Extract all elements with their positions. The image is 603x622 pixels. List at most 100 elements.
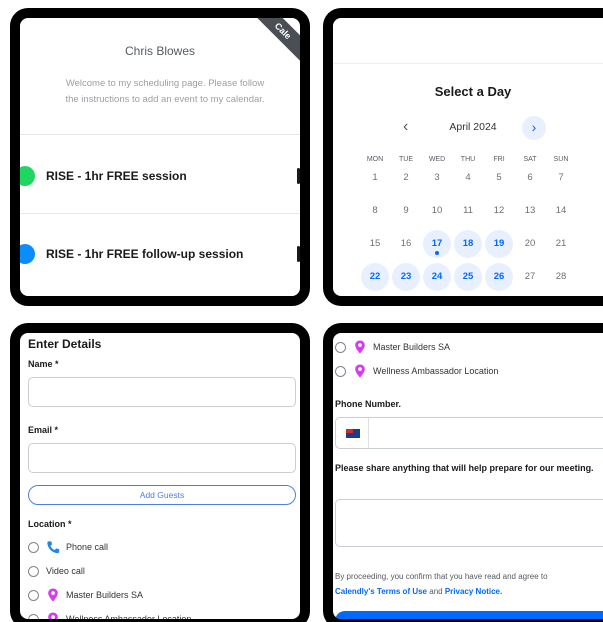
radio-button[interactable] (28, 542, 39, 553)
terms-of-use-link[interactable]: Calendly's Terms of Use (335, 587, 427, 596)
radio-button[interactable] (335, 366, 346, 377)
country-flag-icon[interactable] (346, 429, 360, 438)
location-option-master-builders[interactable]: Master Builders SA (28, 587, 300, 605)
weekday-header: SUN (553, 156, 569, 163)
form-title: Enter Details (28, 337, 102, 351)
calendar-day: 8 (372, 205, 378, 216)
share-notes-textarea[interactable] (335, 499, 603, 547)
location-option-wellness[interactable]: Wellness Ambassador Location (28, 611, 300, 622)
weekday-header: THU (460, 156, 476, 163)
location-option-master-builders[interactable]: Master Builders SA (335, 339, 603, 357)
add-guests-button[interactable]: Add Guests (28, 485, 296, 505)
calendar-day-available[interactable]: 25 (454, 263, 482, 291)
consent-text: By proceeding, you confirm that you have… (335, 569, 603, 599)
event-type-rise-followup[interactable]: RISE - 1hr FREE follow-up session (20, 214, 300, 292)
calendar-day: 16 (400, 238, 412, 249)
event-label: RISE - 1hr FREE session (46, 169, 187, 183)
phone-number-input[interactable] (335, 417, 603, 449)
calendar-day: 5 (496, 172, 502, 183)
weekday-header: FRI (493, 156, 505, 163)
option-label: Video call (46, 566, 85, 576)
location-label: Location * (28, 519, 72, 529)
chevron-right-icon[interactable]: › (522, 116, 546, 140)
divider (368, 418, 369, 448)
event-arrow-icon (297, 168, 300, 184)
calendar-day: 1 (372, 172, 378, 183)
radio-button[interactable] (28, 566, 39, 577)
consent-and: and (429, 587, 443, 596)
phone-icon (47, 541, 60, 554)
calendar-day-available[interactable] (392, 296, 420, 306)
map-pin-icon (355, 364, 365, 378)
calendar-day: 2 (403, 172, 409, 183)
weekday-header: WED (428, 156, 446, 163)
calendar-day-available[interactable]: 26 (485, 263, 513, 291)
event-color-dot (20, 166, 35, 186)
panel-header (333, 18, 603, 64)
calendar-day-available[interactable]: 19 (485, 230, 513, 258)
calendar-day: 3 (434, 172, 440, 183)
calendar-day-available[interactable] (361, 296, 389, 306)
radio-button[interactable] (335, 342, 346, 353)
calendar-day: 15 (369, 238, 381, 249)
weekday-header: SAT (523, 156, 537, 163)
calendar-day: 21 (555, 238, 567, 249)
select-day-title: Select a Day (434, 84, 512, 99)
schedule-event-button[interactable] (335, 611, 603, 619)
month-navigation: ‹ April 2024 › (333, 116, 603, 140)
calendar-day: 14 (555, 205, 567, 216)
calendar-day: 7 (558, 172, 564, 183)
email-label: Email * (28, 425, 59, 435)
more-details-panel: Master Builders SA Wellness Ambassador L… (323, 323, 603, 622)
map-pin-icon (48, 612, 58, 619)
welcome-message: Welcome to my scheduling page. Please fo… (65, 78, 265, 105)
calendar-day-available[interactable]: 17 (423, 230, 451, 258)
calendar-day-available[interactable]: 23 (392, 263, 420, 291)
calendar-day-available[interactable]: 18 (454, 230, 482, 258)
calendar-day: 4 (465, 172, 471, 183)
weekday-header: MON (366, 156, 384, 163)
option-label: Master Builders SA (373, 342, 451, 352)
option-label: Master Builders SA (66, 590, 144, 600)
month-label: April 2024 (449, 121, 497, 133)
map-pin-icon (355, 340, 365, 354)
calendar-day: 27 (524, 271, 536, 282)
option-label: Phone call (66, 542, 109, 552)
event-color-dot (20, 244, 35, 264)
privacy-notice-link[interactable]: Privacy Notice. (445, 587, 502, 596)
radio-button[interactable] (28, 590, 39, 601)
enter-details-panel: Enter Details Name * Email * Add Guests … (10, 323, 310, 622)
event-arrow-icon (297, 246, 300, 262)
location-option-phone[interactable]: Phone call (28, 539, 300, 557)
event-type-rise-free[interactable]: RISE - 1hr FREE session (20, 135, 300, 213)
calendar-day: 13 (524, 205, 536, 216)
name-input[interactable] (28, 377, 296, 407)
location-option-wellness[interactable]: Wellness Ambassador Location (335, 363, 603, 381)
radio-button[interactable] (28, 614, 39, 619)
calendar-day-available[interactable]: 24 (423, 263, 451, 291)
calendar-panel: Select a Day ‹ April 2024 › MON TUE WED THU… (323, 8, 603, 306)
option-label: Wellness Ambassador Location (66, 614, 192, 622)
option-label: Wellness Ambassador Location (373, 366, 499, 376)
name-label: Name * (28, 359, 59, 369)
calendar-day: 12 (493, 205, 505, 216)
ribbon-label: Cale (246, 18, 300, 72)
location-option-video[interactable]: Video call (28, 563, 300, 581)
calendar-day: 11 (463, 205, 473, 216)
share-notes-label: Please share anything that will help pre… (335, 463, 594, 473)
calendar-day: 6 (527, 172, 533, 183)
corner-ribbon: Cale (246, 18, 300, 72)
calendar-day-available[interactable]: 22 (361, 263, 389, 291)
calendar-day: 9 (403, 205, 409, 216)
email-input[interactable] (28, 443, 296, 473)
consent-prefix: By proceeding, you confirm that you have… (335, 572, 548, 581)
phone-number-label: Phone Number. (335, 399, 402, 409)
weekday-header: TUE (399, 156, 413, 163)
event-label: RISE - 1hr FREE follow-up session (46, 247, 244, 261)
calendar-day: 20 (524, 238, 536, 249)
calendar-day: 28 (555, 271, 567, 282)
host-name: Chris Blowes (124, 44, 196, 58)
map-pin-icon (48, 588, 58, 602)
event-list-panel: Cale Chris Blowes Welcome to my scheduli… (10, 8, 310, 306)
calendar-day: 10 (431, 205, 443, 216)
